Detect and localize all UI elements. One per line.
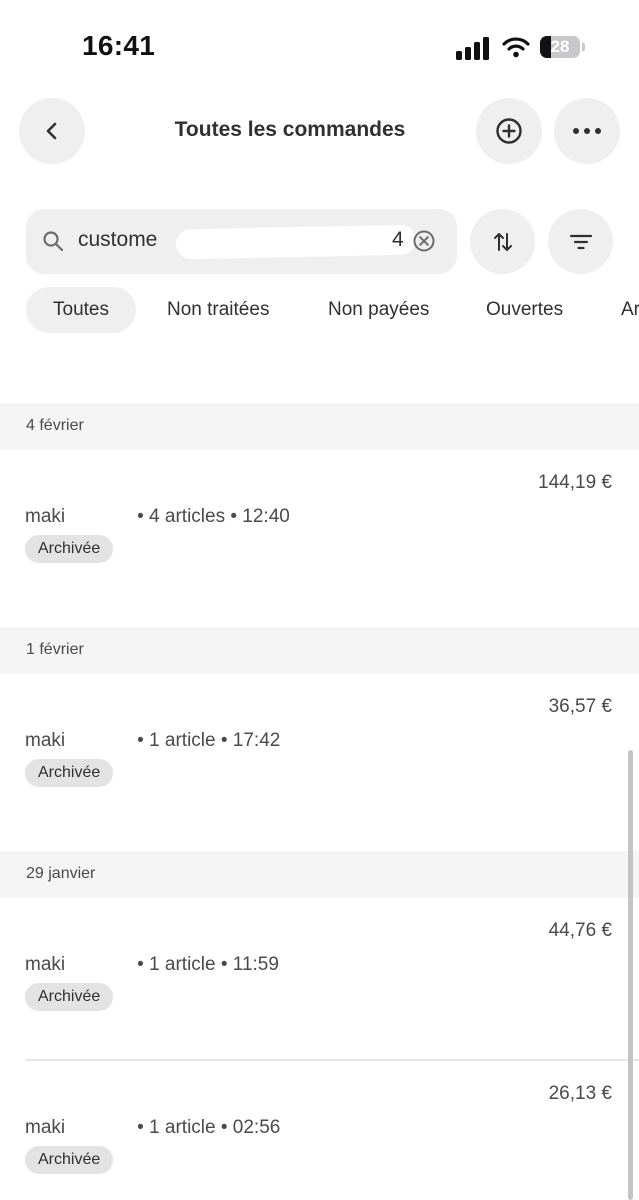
sort-button[interactable]	[470, 209, 535, 274]
row-divider	[25, 1059, 639, 1061]
tab-toutes[interactable]: Toutes	[26, 287, 136, 333]
back-button[interactable]	[19, 98, 85, 164]
search-value: custome	[78, 228, 158, 251]
chevron-left-icon	[46, 122, 57, 140]
order-row[interactable]: 36,57 € maki • 1 article • 17:42 Archivée	[0, 696, 639, 866]
status-badge: Archivée	[25, 759, 114, 787]
customer-name: maki	[25, 730, 66, 751]
add-order-button[interactable]	[476, 98, 542, 164]
battery-icon: 28	[540, 36, 580, 58]
page-title: Toutes les commandes	[174, 118, 406, 141]
search-input[interactable]: custome 4	[26, 209, 457, 274]
section-header: 29 janvier	[0, 851, 639, 898]
section-header: 1 février	[0, 627, 639, 674]
redacted-area	[175, 224, 417, 260]
filter-lines-icon	[569, 234, 592, 249]
order-amount: 44,76 €	[548, 920, 612, 941]
section-date: 1 février	[26, 641, 84, 658]
sort-arrows-icon	[493, 232, 512, 251]
search-value-end: 4	[392, 228, 404, 251]
more-options-button[interactable]	[554, 98, 620, 164]
wifi-icon	[502, 37, 530, 58]
clear-icon[interactable]	[412, 229, 436, 253]
order-details: • 1 article • 02:56	[137, 1117, 281, 1138]
order-details: • 4 articles • 12:40	[137, 506, 290, 527]
battery-percentage: 28	[550, 37, 570, 56]
scrollbar[interactable]	[628, 750, 633, 1200]
search-icon	[43, 231, 64, 252]
section-date: 29 janvier	[26, 865, 96, 882]
order-summary: maki • 1 article • 17:42	[25, 730, 280, 752]
order-summary: maki • 4 articles • 12:40	[25, 506, 290, 528]
order-row[interactable]: 26,13 € maki • 1 article • 02:56 Archivée	[0, 1083, 639, 1200]
order-row[interactable]: 144,19 € maki • 4 articles • 12:40 Archiv…	[0, 472, 639, 642]
order-summary: maki • 1 article • 11:59	[25, 954, 279, 976]
customer-name: maki	[25, 506, 66, 527]
section-date: 4 février	[26, 417, 84, 434]
status-badge: Archivée	[25, 535, 114, 563]
status-icons: 28	[456, 34, 586, 60]
filter-button[interactable]	[548, 209, 613, 274]
order-row[interactable]: 44,76 € maki • 1 article • 11:59 Archivée	[0, 920, 639, 1090]
ellipsis-icon	[573, 128, 601, 134]
tab-non-traitees[interactable]: Non traitées	[140, 287, 296, 333]
orders-screen: 16:41 28 Toutes les commandes custome 4 …	[0, 0, 639, 1200]
order-details: • 1 article • 11:59	[137, 954, 279, 975]
plus-circle-icon	[496, 118, 522, 144]
status-badge: Archivée	[25, 1146, 114, 1174]
order-amount: 36,57 €	[548, 696, 612, 717]
order-summary: maki • 1 article • 02:56	[25, 1117, 280, 1139]
status-time: 16:41	[82, 30, 156, 61]
tab-ouvertes[interactable]: Ouvertes	[459, 287, 590, 333]
order-amount: 144,19 €	[538, 472, 612, 493]
customer-name: maki	[25, 1117, 66, 1138]
order-amount: 26,13 €	[548, 1083, 612, 1104]
signal-icon	[456, 34, 492, 60]
section-header: 4 février	[0, 403, 639, 450]
customer-name: maki	[25, 954, 66, 975]
tab-archived[interactable]: Ar	[594, 287, 639, 333]
filter-tabs: Toutes Non traitées Non payées Ouvertes …	[0, 287, 639, 333]
status-badge: Archivée	[25, 983, 114, 1011]
tab-non-payees[interactable]: Non payées	[301, 287, 456, 333]
battery-cap	[582, 43, 585, 51]
order-details: • 1 article • 17:42	[137, 730, 281, 751]
